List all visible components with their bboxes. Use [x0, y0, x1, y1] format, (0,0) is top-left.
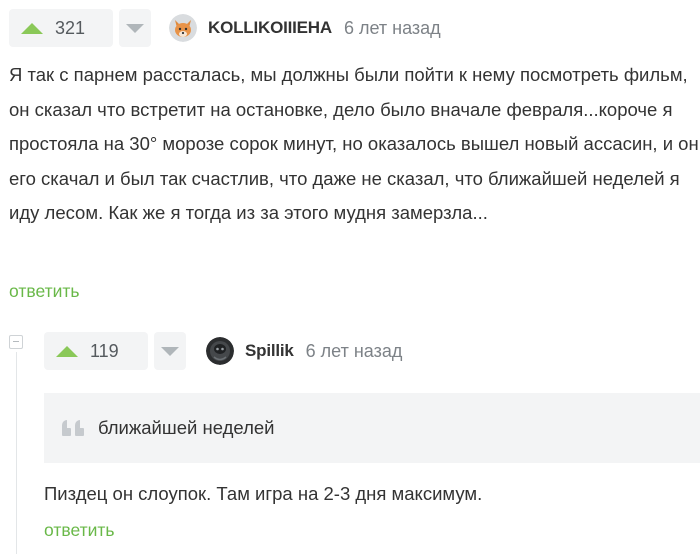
fox-avatar-icon: [169, 14, 197, 42]
avatar[interactable]: [206, 337, 234, 365]
username[interactable]: KOLLIKOIIIEHA: [208, 18, 332, 38]
collapse-thread-button[interactable]: [9, 335, 23, 349]
quote-block: ближайшей неделей: [44, 393, 700, 463]
vote-widget: 321: [9, 9, 151, 47]
arrow-down-icon: [161, 346, 179, 356]
arrow-down-icon: [126, 23, 144, 33]
quote-icon: [62, 420, 84, 436]
quote-text: ближайшей неделей: [98, 417, 275, 438]
vote-widget: 119: [44, 332, 186, 370]
reply-link[interactable]: ответить: [44, 520, 115, 541]
comment-header: 119 Spillik 6 лет назад: [44, 332, 402, 370]
dark-avatar-icon: [206, 337, 234, 365]
avatar[interactable]: [169, 14, 197, 42]
arrow-up-icon: [56, 345, 78, 357]
comment-header: 321 KOLLIKOIIIEHA 6 лет назад: [9, 9, 441, 47]
upvote-button[interactable]: 119: [44, 332, 148, 370]
arrow-up-icon: [21, 22, 43, 34]
rating-count: 321: [55, 17, 86, 38]
reply-link[interactable]: ответить: [9, 281, 80, 302]
upvote-button[interactable]: 321: [9, 9, 113, 47]
comment-text: Пиздец он слоупок. Там игра на 2-3 дня м…: [44, 483, 483, 504]
rating-count: 119: [90, 340, 119, 361]
timestamp: 6 лет назад: [305, 340, 403, 361]
thread-line[interactable]: [16, 352, 17, 554]
comment-text: Я так с парнем рассталась, мы должны был…: [9, 64, 699, 223]
downvote-button[interactable]: [119, 9, 151, 47]
timestamp: 6 лет назад: [343, 17, 441, 38]
username[interactable]: Spillik: [245, 341, 294, 361]
downvote-button[interactable]: [154, 332, 186, 370]
